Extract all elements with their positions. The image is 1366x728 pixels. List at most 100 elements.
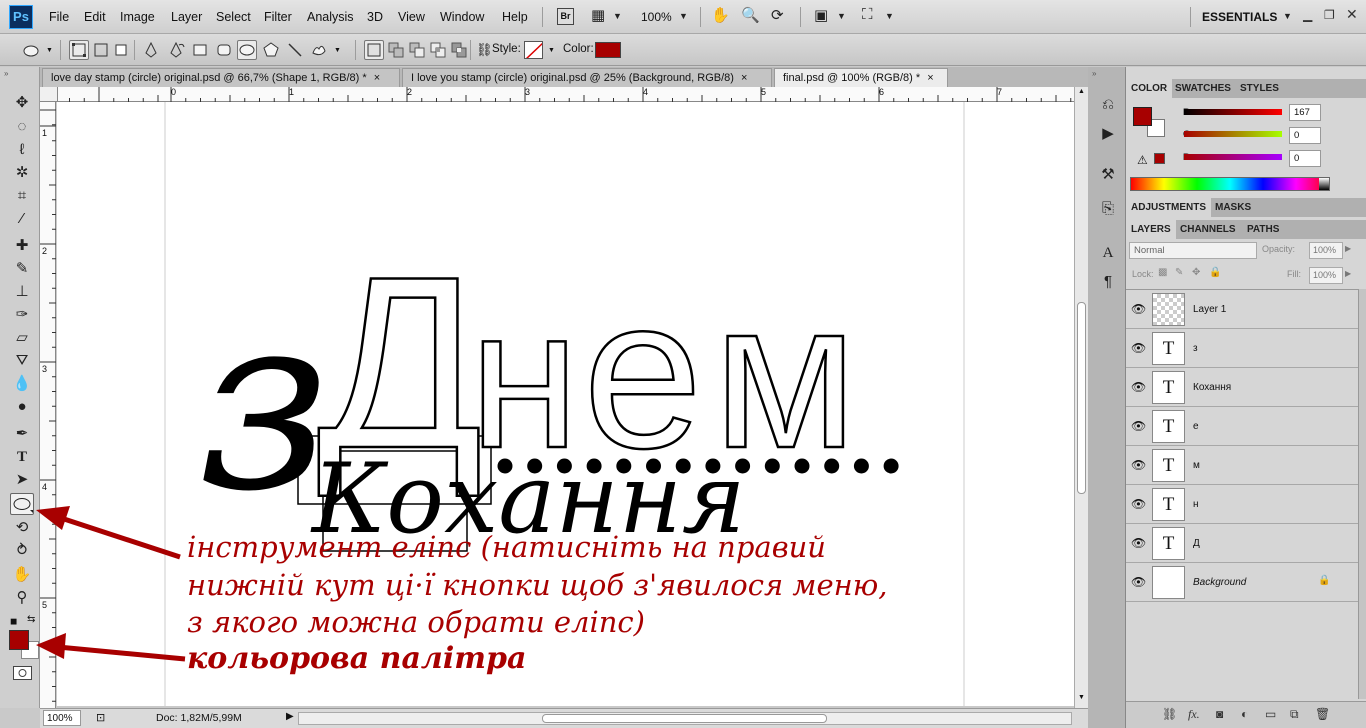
menu-file[interactable]: File	[49, 10, 69, 24]
tab-styles[interactable]: STYLES	[1235, 79, 1284, 98]
add-to-shape-button[interactable]	[386, 40, 406, 60]
collapse-icon[interactable]: »	[1092, 69, 1096, 78]
clone-source-icon[interactable]: ⎘	[1098, 199, 1118, 219]
intersect-shape-button[interactable]	[428, 40, 448, 60]
chevron-down-icon[interactable]: ▼	[46, 47, 53, 54]
rectangle-tool-button[interactable]	[190, 40, 210, 60]
layer-row-layer-1[interactable]: 👁 Layer 1	[1126, 290, 1358, 329]
gamut-warning-icon[interactable]: ⚠	[1137, 153, 1148, 167]
path-selection-icon[interactable]: ➤	[10, 469, 34, 491]
scroll-thumb[interactable]	[542, 714, 827, 723]
3d-rotate-icon[interactable]: ⟲	[10, 517, 34, 539]
ellipse-tool-button[interactable]	[237, 40, 257, 60]
close-icon[interactable]: ×	[374, 72, 380, 84]
shape-layers-button[interactable]	[69, 40, 89, 60]
color-fg-swatch[interactable]	[1133, 107, 1152, 126]
hand-tool-icon[interactable]: ✋	[711, 6, 730, 24]
scroll-down-icon[interactable]: ▼	[1078, 694, 1085, 701]
bridge-button[interactable]: Br	[557, 8, 574, 25]
lock-position-icon[interactable]: ✥	[1192, 267, 1200, 278]
lasso-tool-icon[interactable]: ℓ	[10, 139, 34, 161]
g-slider[interactable]	[1184, 131, 1282, 137]
layer-row-text[interactable]: 👁 T е	[1126, 407, 1358, 446]
zoom-field[interactable]: 100%	[43, 710, 81, 726]
layer-style-icon[interactable]: fx.	[1188, 707, 1200, 722]
layer-row-background[interactable]: 👁 Background 🔒	[1126, 563, 1358, 602]
layer-row-text[interactable]: 👁 T Кохання	[1126, 368, 1358, 407]
tab-paths[interactable]: PATHS	[1242, 220, 1284, 239]
menu-window[interactable]: Window	[440, 10, 484, 24]
chevron-down-icon[interactable]: ▼	[679, 11, 688, 21]
eye-icon[interactable]: 👁	[1131, 497, 1146, 511]
eye-icon[interactable]: 👁	[1131, 536, 1146, 550]
black-white-ramp[interactable]	[1319, 178, 1329, 190]
new-layer-icon[interactable]: ⧉	[1290, 707, 1299, 722]
freeform-pen-button[interactable]	[166, 40, 186, 60]
3d-orbit-icon[interactable]: ⥁	[10, 540, 34, 562]
crop-tool-icon[interactable]: ⌗	[10, 185, 34, 207]
document-canvas[interactable]: Д н е м з Кохання інструмент еліпс (нати…	[57, 102, 1074, 706]
r-value[interactable]: 167	[1289, 104, 1321, 121]
layer-row-text[interactable]: 👁 T з	[1126, 329, 1358, 368]
eye-icon[interactable]: 👁	[1131, 419, 1146, 433]
chevron-down-icon[interactable]: ▼	[837, 11, 846, 21]
subtract-shape-button[interactable]	[407, 40, 427, 60]
character-panel-icon[interactable]: A	[1098, 243, 1118, 263]
lock-all-icon[interactable]: 🔒	[1209, 267, 1221, 278]
restore-icon[interactable]: ❐	[1324, 8, 1335, 22]
layer-row-text[interactable]: 👁 T м	[1126, 446, 1358, 485]
paragraph-panel-icon[interactable]: ¶	[1098, 272, 1118, 292]
menu-select[interactable]: Select	[216, 10, 251, 24]
create-new-shape-button[interactable]	[364, 40, 384, 60]
g-value[interactable]: 0	[1289, 127, 1321, 144]
tab-channels[interactable]: CHANNELS	[1175, 220, 1241, 239]
custom-shape-button[interactable]	[309, 40, 329, 60]
tool-presets-icon[interactable]: ⚒	[1098, 165, 1118, 185]
link-icon[interactable]: ⛓	[476, 42, 493, 58]
screen-mode-icon[interactable]: ⛶	[862, 6, 873, 23]
chevron-down-icon[interactable]: ▼	[334, 47, 341, 54]
tab-adjustments[interactable]: ADJUSTMENTS	[1126, 198, 1212, 217]
marquee-tool-icon[interactable]: ◌	[10, 116, 34, 138]
arrange-documents-icon[interactable]: ▣	[814, 6, 828, 24]
group-icon[interactable]: ▭	[1265, 707, 1276, 721]
eye-icon[interactable]: 👁	[1131, 458, 1146, 472]
default-colors-icon[interactable]: ◼	[10, 616, 17, 627]
horizontal-ruler[interactable]: 0 1 2 3 4 5 6 7	[58, 87, 1074, 102]
blur-tool-icon[interactable]: 💧	[10, 373, 34, 395]
eye-icon[interactable]: 👁	[1131, 302, 1146, 316]
ruler-corner[interactable]	[40, 87, 58, 102]
scroll-up-icon[interactable]: ▲	[1078, 88, 1085, 95]
brush-tool-icon[interactable]: ✎	[10, 258, 34, 280]
tab-color[interactable]: COLOR	[1126, 79, 1173, 98]
chevron-down-icon[interactable]: ▼	[1283, 11, 1292, 21]
tool-preset-picker[interactable]	[21, 40, 41, 60]
menu-3d[interactable]: 3D	[367, 10, 383, 24]
pen-tool-icon[interactable]: ✒	[10, 423, 34, 445]
film-icon[interactable]: ▦	[591, 6, 605, 24]
eyedropper-icon[interactable]: ⁄	[10, 208, 34, 230]
fill-pixels-button[interactable]	[111, 40, 131, 60]
eye-icon[interactable]: 👁	[1131, 575, 1146, 589]
vertical-ruler[interactable]: 1 2 3 4 5	[40, 102, 56, 708]
menu-view[interactable]: View	[398, 10, 425, 24]
layer-row-text[interactable]: 👁 T н	[1126, 485, 1358, 524]
tab-love-day-stamp[interactable]: love day stamp (circle) original.psd @ 6…	[42, 68, 400, 87]
chevron-down-icon[interactable]: ▼	[885, 11, 894, 21]
magic-wand-icon[interactable]: ✲	[10, 162, 34, 184]
healing-brush-icon[interactable]: ✚	[10, 235, 34, 257]
lock-image-icon[interactable]: ✎	[1175, 267, 1183, 278]
chevron-down-icon[interactable]: ▼	[548, 47, 555, 54]
dodge-tool-icon[interactable]: ●	[10, 396, 34, 418]
history-brush-icon[interactable]: ✑	[10, 304, 34, 326]
close-icon[interactable]: ✕	[1346, 6, 1358, 23]
hand-tool-icon[interactable]: ✋	[10, 564, 34, 586]
actions-panel-icon[interactable]: ▶	[1098, 124, 1118, 144]
adjustment-layer-icon[interactable]: ◐	[1241, 707, 1248, 721]
status-menu-icon[interactable]: ▶	[286, 711, 294, 722]
menu-image[interactable]: Image	[120, 10, 155, 24]
polygon-tool-button[interactable]	[261, 40, 281, 60]
swap-colors-icon[interactable]: ⇆	[27, 614, 35, 625]
menu-help[interactable]: Help	[502, 10, 528, 24]
rotate-view-icon[interactable]: ⟳	[771, 6, 784, 24]
